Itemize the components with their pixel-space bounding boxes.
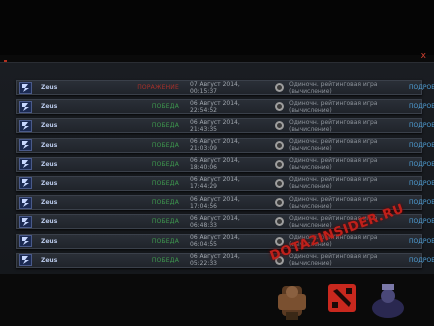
details-link[interactable]: ПОДРОБНЕЕ: [409, 84, 434, 91]
hero-avatar: [19, 100, 32, 113]
game-mode-icon: [275, 121, 284, 131]
game-mode-icon: [275, 178, 284, 188]
game-mode-icon: [275, 159, 284, 169]
hero-art-icon: [278, 286, 306, 320]
match-result: ПОБЕДА: [151, 103, 179, 111]
game-mode-icon: [275, 140, 284, 150]
match-date: 07 Август 2014, 00:15:37: [190, 80, 240, 95]
match-result: ПОБЕДА: [151, 141, 179, 149]
game-mode-icon: [275, 217, 284, 227]
match-date: 06 Август 2014, 18:40:06: [190, 157, 240, 172]
hero-name[interactable]: Zeus: [41, 180, 93, 187]
match-date: 06 Август 2014, 06:48:33: [190, 214, 240, 229]
match-row[interactable]: Zeus ПОБЕДА 06 Август 2014, 05:22:33 Одиноч…: [16, 252, 434, 268]
details-link[interactable]: ПОДРОБНЕЕ: [409, 180, 434, 187]
match-result: ПОБЕДА: [151, 237, 179, 245]
hero-name[interactable]: Zeus: [41, 103, 93, 110]
match-date: 06 Август 2014, 21:03:09: [190, 138, 240, 153]
match-date: 06 Август 2014, 22:54:52: [190, 99, 240, 114]
details-link[interactable]: ПОДРОБНЕЕ: [409, 218, 434, 225]
details-link[interactable]: ПОДРОБНЕЕ: [409, 122, 434, 129]
details-link[interactable]: ПОДРОБНЕЕ: [409, 103, 434, 110]
details-link[interactable]: ПОДРОБНЕЕ: [409, 199, 434, 206]
hero-name[interactable]: Zeus: [41, 199, 93, 206]
hero-name[interactable]: Zeus: [41, 238, 93, 245]
hero-name[interactable]: Zeus: [41, 218, 93, 225]
match-result: ПОБЕДА: [151, 199, 179, 207]
match-row[interactable]: Zeus ПОБЕДА 06 Август 2014, 17:04:56 Одиноч…: [16, 195, 434, 211]
hero-avatar: [19, 158, 32, 171]
match-date: 06 Август 2014, 17:44:29: [190, 176, 240, 191]
close-icon[interactable]: x: [421, 52, 426, 61]
game-mode-icon: [275, 83, 284, 92]
hero-avatar: [19, 235, 32, 247]
match-date: 06 Август 2014, 21:43:35: [190, 118, 240, 133]
details-link[interactable]: ПОДРОБНЕЕ: [409, 161, 434, 168]
match-row[interactable]: Zeus ПОБЕДА 06 Август 2014, 21:03:09 Одиноч…: [16, 137, 434, 153]
game-mode: Одиночн. рейтинговая игра (вычисление): [289, 253, 378, 268]
game-mode-icon: [275, 102, 284, 112]
match-result: ПОРАЖЕНИЕ: [137, 84, 179, 91]
match-date: 06 Август 2014, 17:04:56: [190, 195, 240, 210]
hero-avatar: [19, 119, 32, 132]
match-result: ПОБЕДА: [151, 256, 179, 264]
game-mode: Одиночн. рейтинговая игра (вычисление): [289, 138, 378, 153]
details-link[interactable]: ПОДРОБНЕЕ: [409, 257, 434, 264]
match-list: Zeus ПОРАЖЕНИЕ 07 Август 2014, 00:15:37 Оди…: [16, 80, 434, 272]
hero-avatar: [19, 81, 32, 94]
match-row[interactable]: Zeus ПОБЕДА 06 Август 2014, 18:40:06 Одиноч…: [16, 156, 434, 172]
hero-name[interactable]: Zeus: [41, 84, 93, 91]
match-result: ПОБЕДА: [151, 179, 179, 187]
hero-avatar: [19, 215, 32, 228]
game-mode: Одиночн. рейтинговая игра (вычисление): [289, 157, 378, 172]
game-mode: Одиночн. рейтинговая игра (вычисление): [289, 118, 378, 133]
match-result: ПОБЕДА: [151, 160, 179, 168]
game-mode: Одиночн. рейтинговая игра (вычисление): [289, 176, 378, 191]
hero-avatar: [19, 139, 32, 152]
match-row[interactable]: Zeus ПОБЕДА 06 Август 2014, 06:04:55 Одиноч…: [16, 233, 434, 249]
match-result: ПОБЕДА: [151, 122, 179, 130]
details-link[interactable]: ПОДРОБНЕЕ: [409, 238, 434, 245]
hero-name[interactable]: Zeus: [41, 257, 93, 264]
hero-art-2-icon: [372, 284, 404, 318]
hero-name[interactable]: Zeus: [41, 161, 93, 168]
game-mode-icon: [275, 198, 284, 208]
game-mode: Одиночн. рейтинговая игра (вычисление): [289, 99, 378, 114]
match-row[interactable]: Zeus ПОБЕДА 06 Август 2014, 21:43:35 Одиноч…: [16, 118, 434, 134]
hero-avatar: [19, 177, 32, 190]
hero-name[interactable]: Zeus: [41, 122, 93, 129]
match-result: ПОБЕДА: [151, 218, 179, 226]
hero-name[interactable]: Zeus: [41, 142, 93, 149]
match-row[interactable]: Zeus ПОРАЖЕНИЕ 07 Август 2014, 00:15:37 Оди…: [16, 80, 434, 95]
top-bar: [0, 0, 434, 55]
hero-avatar: [19, 254, 32, 267]
details-link[interactable]: ПОДРОБНЕЕ: [409, 142, 434, 149]
match-row[interactable]: Zeus ПОБЕДА 06 Август 2014, 22:54:52 Одиноч…: [16, 99, 434, 115]
hero-avatar: [19, 196, 32, 209]
match-date: 06 Август 2014, 06:04:55: [190, 234, 240, 248]
game-mode: Одиночн. рейтинговая игра (вычисление): [289, 80, 378, 95]
dota-logo-icon: [328, 284, 356, 312]
match-row[interactable]: Zeus ПОБЕДА 06 Август 2014, 17:44:29 Одиноч…: [16, 175, 434, 191]
match-date: 06 Август 2014, 05:22:33: [190, 253, 240, 268]
